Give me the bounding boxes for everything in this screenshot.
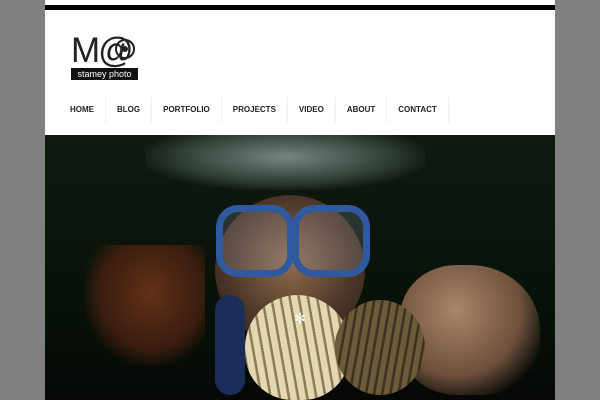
nav-item-about[interactable]: ABOUT [336,97,388,123]
camera-icon [115,39,135,59]
main-nav: HOME BLOG PORTFOLIO PROJECTS VIDEO ABOUT… [59,97,449,123]
mask-lens-left [216,205,294,277]
diving-mask [216,205,371,280]
nav-item-blog[interactable]: BLOG [106,97,153,123]
site-logo[interactable]: M@ stamey photo [71,33,139,82]
nav-item-portfolio[interactable]: PORTFOLIO [152,97,222,123]
snorkel [215,295,245,395]
top-bar [45,5,555,10]
spinner-icon: ✻ [294,310,306,326]
water-surface [145,135,425,190]
page-container: M@ stamey photo HOME BLOG PORTFOLIO PROJ… [45,0,555,400]
diver-hair [85,245,205,365]
logo-tagline: stamey photo [71,68,138,80]
hero-image: ✻ [45,135,555,400]
nav-item-home[interactable]: HOME [59,97,106,123]
nav-item-projects[interactable]: PROJECTS [222,97,288,123]
scallop-shell-back [335,300,425,395]
mask-lens-right [292,205,370,277]
nav-item-video[interactable]: VIDEO [288,97,336,123]
nav-item-contact[interactable]: CONTACT [387,97,449,123]
